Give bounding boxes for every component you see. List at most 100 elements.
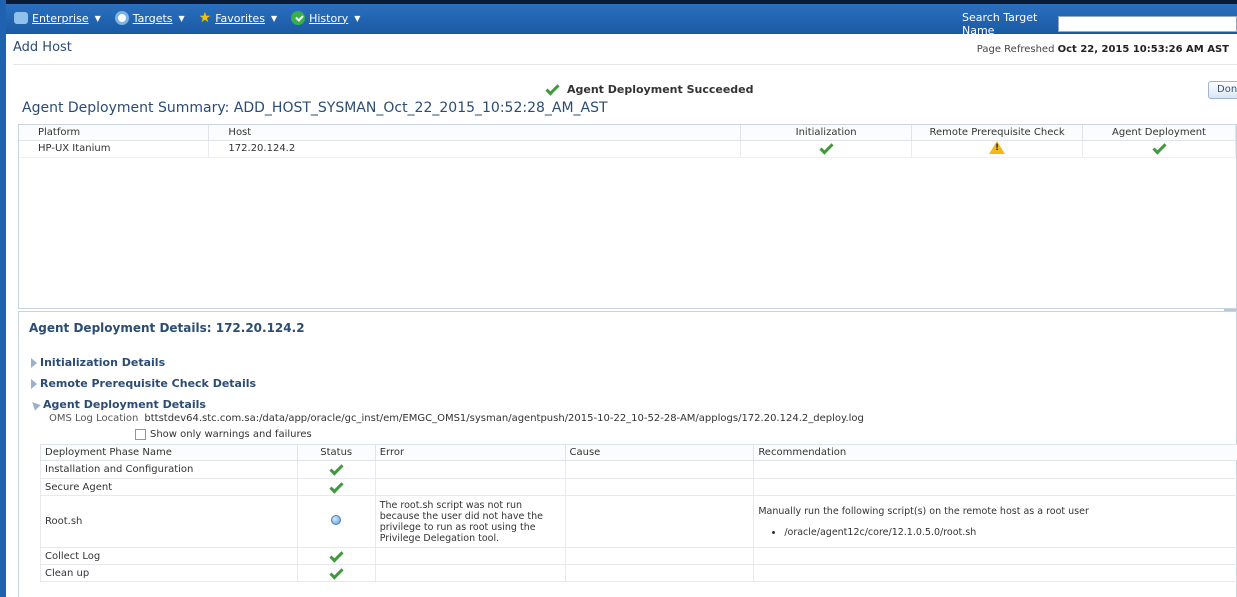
table-row[interactable]: Clean up xyxy=(40,564,1237,582)
success-check-icon xyxy=(329,564,344,580)
chevron-down-icon: ▼ xyxy=(94,13,101,23)
details-title: Agent Deployment Details: 172.20.124.2 xyxy=(29,321,305,335)
recommendation-text: Manually run the following script(s) on … xyxy=(758,505,1089,517)
success-check-icon xyxy=(1151,140,1167,155)
recommendation-cell xyxy=(753,460,1237,479)
table-row[interactable]: Root.sh The root.sh script was not run b… xyxy=(40,495,1237,548)
enterprise-icon xyxy=(14,12,28,24)
chevron-down-icon: ▼ xyxy=(354,13,361,23)
col-recommendation[interactable]: Recommendation xyxy=(753,444,1237,461)
refreshed-value: Oct 22, 2015 10:53:26 AM AST xyxy=(1057,44,1229,55)
app-window: Enterprise ▼ Targets ▼ ★ Favorites ▼ His… xyxy=(0,0,1237,597)
col-error[interactable]: Error xyxy=(374,444,566,461)
deployment-status-message: Agent Deployment Succeeded xyxy=(545,80,754,96)
error-cell xyxy=(374,478,566,496)
checkbox-label: Show only warnings and failures xyxy=(150,429,312,440)
nav-enterprise-menu[interactable]: Enterprise ▼ xyxy=(14,11,101,25)
col-platform[interactable]: Platform xyxy=(19,125,210,141)
error-cell: The root.sh script was not run because t… xyxy=(374,495,566,548)
recommendation-list: /oracle/agent12c/core/12.1.0.5.0/root.sh xyxy=(784,527,1237,538)
table-row[interactable]: Collect Log xyxy=(40,547,1237,565)
summary-header-row: Platform Host Initialization Remote Prer… xyxy=(19,125,1236,141)
title-divider xyxy=(13,64,1237,65)
table-row[interactable]: Secure Agent xyxy=(40,478,1237,496)
global-header: Enterprise ▼ Targets ▼ ★ Favorites ▼ His… xyxy=(0,0,1237,37)
cause-cell xyxy=(564,478,755,496)
info-status-icon xyxy=(331,515,342,525)
phase-cell: Root.sh xyxy=(40,495,298,548)
prereq-details-toggle[interactable]: Remote Prerequisite Check Details xyxy=(31,377,256,390)
page-refreshed: Page Refreshed Oct 22, 2015 10:53:26 AM … xyxy=(977,44,1229,55)
nav-history-menu[interactable]: History ▼ xyxy=(291,11,360,25)
col-phase-name[interactable]: Deployment Phase Name xyxy=(40,444,298,461)
search-target-input[interactable] xyxy=(1058,16,1237,32)
nav-targets-label: Targets xyxy=(132,11,173,25)
done-button[interactable]: Done xyxy=(1208,81,1237,99)
col-cause[interactable]: Cause xyxy=(564,444,755,461)
host-cell: 172.20.124.2 xyxy=(208,140,742,158)
recommendation-cell xyxy=(753,547,1237,565)
phase-cell: Collect Log xyxy=(40,547,298,565)
oms-log-location: OMS Log Location bttstdev64.stc.com.sa:/… xyxy=(49,413,864,424)
status-cell xyxy=(296,460,376,479)
refreshed-label: Page Refreshed xyxy=(976,44,1055,55)
platform-cell: HP-UX Itanium xyxy=(19,140,210,158)
disclosure-expanded-icon xyxy=(29,398,41,411)
table-row[interactable]: HP-UX Itanium 172.20.124.2 xyxy=(19,140,1236,158)
summary-table: Platform Host Initialization Remote Prer… xyxy=(19,125,1236,158)
nav-enterprise-label: Enterprise xyxy=(32,11,89,25)
error-cell xyxy=(374,460,566,479)
col-initialization[interactable]: Initialization xyxy=(740,125,913,141)
section-label: Agent Deployment Details xyxy=(43,398,206,411)
cause-cell xyxy=(564,460,755,479)
recommendation-cell xyxy=(753,564,1237,582)
initialization-details-toggle[interactable]: Initialization Details xyxy=(31,356,165,369)
chevron-down-icon: ▼ xyxy=(178,13,185,23)
error-cell xyxy=(374,547,566,565)
success-check-icon xyxy=(329,478,344,494)
table-row[interactable]: Installation and Configuration xyxy=(40,460,1237,479)
oms-log-value: bttstdev64.stc.com.sa:/data/app/oracle/g… xyxy=(144,413,864,424)
success-check-icon xyxy=(545,80,560,96)
nav-targets-menu[interactable]: Targets ▼ xyxy=(114,11,185,25)
deployment-status-cell xyxy=(1082,140,1236,158)
section-label: Remote Prerequisite Check Details xyxy=(40,377,257,390)
nav-favorites-menu[interactable]: ★ Favorites ▼ xyxy=(199,11,277,25)
col-agent-deployment[interactable]: Agent Deployment xyxy=(1082,125,1236,141)
warnings-filter[interactable]: Show only warnings and failures xyxy=(135,429,312,440)
recommendation-block: Manually run the following script(s) on … xyxy=(758,506,1237,538)
col-remote-prereq[interactable]: Remote Prerequisite Check xyxy=(911,125,1084,141)
history-icon xyxy=(291,11,306,25)
col-status[interactable]: Status xyxy=(296,444,376,461)
recommendation-cell: Manually run the following script(s) on … xyxy=(753,495,1237,548)
success-check-icon xyxy=(329,547,344,563)
phase-cell: Clean up xyxy=(40,564,298,582)
status-cell xyxy=(296,547,376,565)
recommendation-cell xyxy=(753,478,1237,496)
cause-cell xyxy=(564,547,755,565)
targets-icon xyxy=(114,11,129,25)
section-label: Initialization Details xyxy=(40,356,166,369)
agent-deployment-details-toggle[interactable]: Agent Deployment Details xyxy=(29,398,206,411)
phase-cell: Installation and Configuration xyxy=(40,460,298,479)
phase-cell: Secure Agent xyxy=(40,478,298,496)
prereq-status-cell xyxy=(911,140,1084,158)
show-warnings-checkbox[interactable] xyxy=(135,429,146,440)
oms-log-label: OMS Log Location xyxy=(49,413,139,424)
col-host[interactable]: Host xyxy=(208,125,742,141)
star-icon: ★ xyxy=(198,10,212,26)
page-title: Add Host xyxy=(13,40,72,55)
status-cell xyxy=(296,495,376,548)
disclosure-collapsed-icon xyxy=(31,357,37,368)
cause-cell xyxy=(564,495,755,548)
nav-history-label: History xyxy=(309,11,349,25)
status-message-text: Agent Deployment Succeeded xyxy=(567,83,754,96)
success-check-icon xyxy=(329,461,344,476)
global-nav: Enterprise ▼ Targets ▼ ★ Favorites ▼ His… xyxy=(14,11,360,25)
cause-cell xyxy=(564,564,755,582)
initialization-status-cell xyxy=(740,140,913,158)
success-check-icon xyxy=(819,140,834,155)
details-panel: Agent Deployment Details: 172.20.124.2 I… xyxy=(18,311,1237,597)
summary-panel: Platform Host Initialization Remote Prer… xyxy=(18,124,1237,309)
chevron-down-icon: ▼ xyxy=(270,13,278,23)
